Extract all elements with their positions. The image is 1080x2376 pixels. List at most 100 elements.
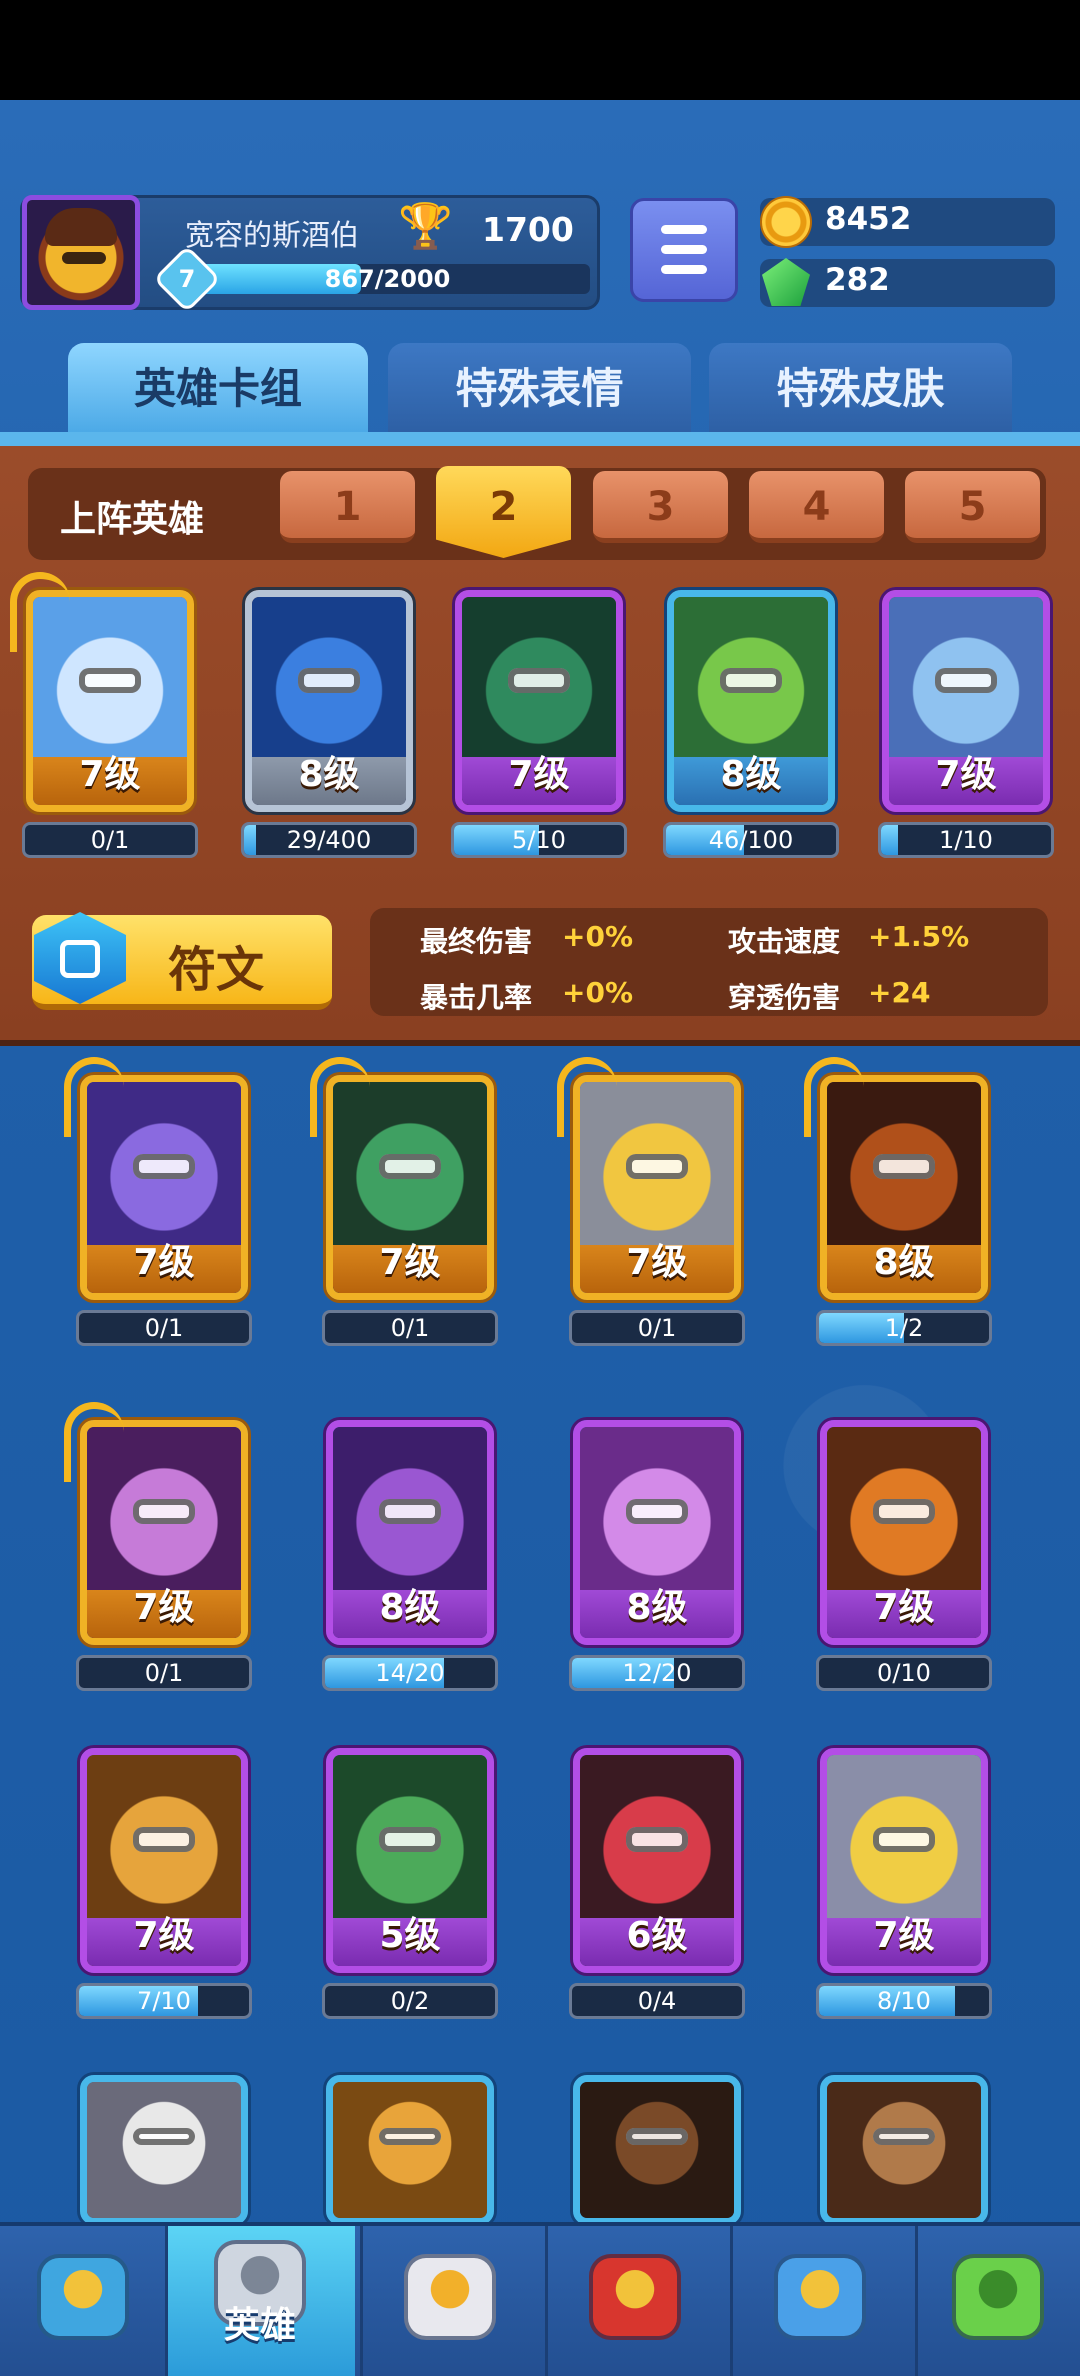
player-name: 宽容的斯酒伯 xyxy=(185,218,360,252)
card-progress-text: 1/10 xyxy=(939,826,993,854)
tab-underline xyxy=(0,432,1080,446)
hero-level: 7级 xyxy=(873,1915,935,1956)
hero-level: 7级 xyxy=(133,1587,195,1628)
hero-eyes xyxy=(379,1826,441,1853)
card-progress-bar: 29/400 xyxy=(241,822,417,858)
hero-eyes xyxy=(379,1153,441,1180)
stat-crit-chance-label: 暴击几率 xyxy=(420,981,533,1014)
deck-slot-4[interactable]: 4 xyxy=(749,471,884,543)
card-progress-text: 5/10 xyxy=(512,826,566,854)
golden-wing-icon xyxy=(557,1057,617,1137)
lineup-hero-card[interactable]: 7级 xyxy=(882,590,1050,812)
nav-item-guild-banner[interactable] xyxy=(730,2226,910,2376)
collection-hero-card[interactable] xyxy=(573,2075,741,2225)
nav-separator xyxy=(915,2226,918,2376)
card-progress-bar: 14/20 xyxy=(322,1655,498,1691)
hero-eyes xyxy=(873,1826,935,1853)
gold-amount: 8452 xyxy=(825,201,912,237)
hero-level: 6级 xyxy=(626,1915,688,1956)
trophy-count: 1700 xyxy=(482,210,574,249)
card-progress-text: 12/20 xyxy=(622,1659,692,1687)
collection-hero-card[interactable] xyxy=(820,2075,988,2225)
nav-item-sprout-island[interactable] xyxy=(915,2226,1080,2376)
ranger-hero-icon xyxy=(827,2082,981,2218)
lineup-hero-card[interactable]: 7级 xyxy=(455,590,623,812)
hero-eyes xyxy=(133,1826,195,1853)
card-progress-bar: 12/20 xyxy=(569,1655,745,1691)
hero-level: 8级 xyxy=(720,754,782,795)
card-progress-bar: 7/10 xyxy=(76,1983,252,2019)
card-progress-text: 0/10 xyxy=(877,1659,931,1687)
deck-slot-1[interactable]: 1 xyxy=(280,471,415,543)
gold-coin-icon xyxy=(760,196,812,248)
hero-eyes xyxy=(873,1498,935,1525)
tab-special-skins[interactable]: 特殊皮肤 xyxy=(709,343,1012,435)
tab-hero-deck[interactable]: 英雄卡组 xyxy=(68,343,368,435)
stat-pierce-damage-label: 穿透伤害 xyxy=(728,981,841,1014)
collection-hero-card[interactable] xyxy=(326,2075,494,2225)
hero-eyes xyxy=(133,2128,195,2145)
nav-item-treasure-chest[interactable] xyxy=(0,2226,165,2376)
menu-icon xyxy=(661,265,707,274)
hero-eyes xyxy=(626,2128,688,2145)
hero-level: 7级 xyxy=(79,754,141,795)
golden-wing-icon xyxy=(804,1057,864,1137)
stat-crit-chance-value: +0% xyxy=(562,976,633,1009)
card-progress-text: 8/10 xyxy=(877,1987,931,2015)
player-level: 7 xyxy=(178,265,196,293)
hero-eyes xyxy=(133,1498,195,1525)
player-avatar[interactable] xyxy=(22,195,140,310)
card-progress-text: 0/1 xyxy=(390,1314,430,1342)
deck-slot-3[interactable]: 3 xyxy=(593,471,728,543)
lineup-hero-card[interactable]: 8级 xyxy=(245,590,413,812)
nav-separator xyxy=(730,2226,733,2376)
hero-level: 8级 xyxy=(626,1587,688,1628)
nav-item-crossed-swords[interactable] xyxy=(360,2226,540,2376)
status-bar xyxy=(0,0,1080,100)
collection-hero-card[interactable]: 7级 xyxy=(820,1420,988,1645)
gladiator-hero-icon xyxy=(333,2082,487,2218)
sprout-island-icon xyxy=(951,2254,1044,2340)
collection-hero-card[interactable]: 8级 xyxy=(326,1420,494,1645)
stat-final-damage-value: +0% xyxy=(562,920,633,953)
card-progress-bar: 0/1 xyxy=(22,822,198,858)
xp-text: 867/2000 xyxy=(324,265,451,293)
hero-level: 7级 xyxy=(133,1915,195,1956)
gem-amount: 282 xyxy=(825,262,890,298)
card-progress-bar: 46/100 xyxy=(663,822,839,858)
deck-slot-2[interactable]: 2 xyxy=(436,466,571,558)
hero-eyes xyxy=(873,2128,935,2145)
nav-item-crown-shield[interactable] xyxy=(545,2226,725,2376)
collection-hero-card[interactable]: 5级 xyxy=(326,1748,494,1973)
card-progress-text: 0/1 xyxy=(637,1314,677,1342)
hero-level: 5级 xyxy=(379,1915,441,1956)
card-progress-text: 0/1 xyxy=(90,826,130,854)
nav-item-knight-helmet[interactable]: 英雄 xyxy=(165,2226,355,2376)
card-progress-bar: 0/4 xyxy=(569,1983,745,2019)
collection-hero-card[interactable]: 7级 xyxy=(80,1748,248,1973)
stat-final-damage-label: 最终伤害 xyxy=(420,925,533,958)
golden-wing-icon xyxy=(310,1057,370,1137)
collection-hero-card[interactable] xyxy=(80,2075,248,2225)
collection-hero-card[interactable]: 6级 xyxy=(573,1748,741,1973)
hero-level: 8级 xyxy=(298,754,360,795)
card-progress-bar: 0/10 xyxy=(816,1655,992,1691)
card-progress-text: 0/1 xyxy=(144,1659,184,1687)
hero-level: 7级 xyxy=(873,1587,935,1628)
lineup-hero-card[interactable]: 8级 xyxy=(667,590,835,812)
hero-eyes xyxy=(626,1498,688,1525)
rune-gem-icon-inner xyxy=(60,940,100,978)
hero-level: 8级 xyxy=(379,1587,441,1628)
tab-special-emotes[interactable]: 特殊表情 xyxy=(388,343,691,435)
collection-hero-card[interactable]: 7级 xyxy=(820,1748,988,1973)
card-progress-bar: 8/10 xyxy=(816,1983,992,2019)
menu-button[interactable] xyxy=(630,198,738,302)
hero-eyes xyxy=(379,1498,441,1525)
card-progress-bar: 0/1 xyxy=(569,1310,745,1346)
nav-label: 英雄 xyxy=(223,2305,296,2346)
hero-eyes xyxy=(873,1153,935,1180)
card-progress-text: 0/2 xyxy=(390,1987,430,2015)
avatar-hair xyxy=(45,208,117,246)
collection-hero-card[interactable]: 8级 xyxy=(573,1420,741,1645)
deck-slot-5[interactable]: 5 xyxy=(905,471,1040,543)
